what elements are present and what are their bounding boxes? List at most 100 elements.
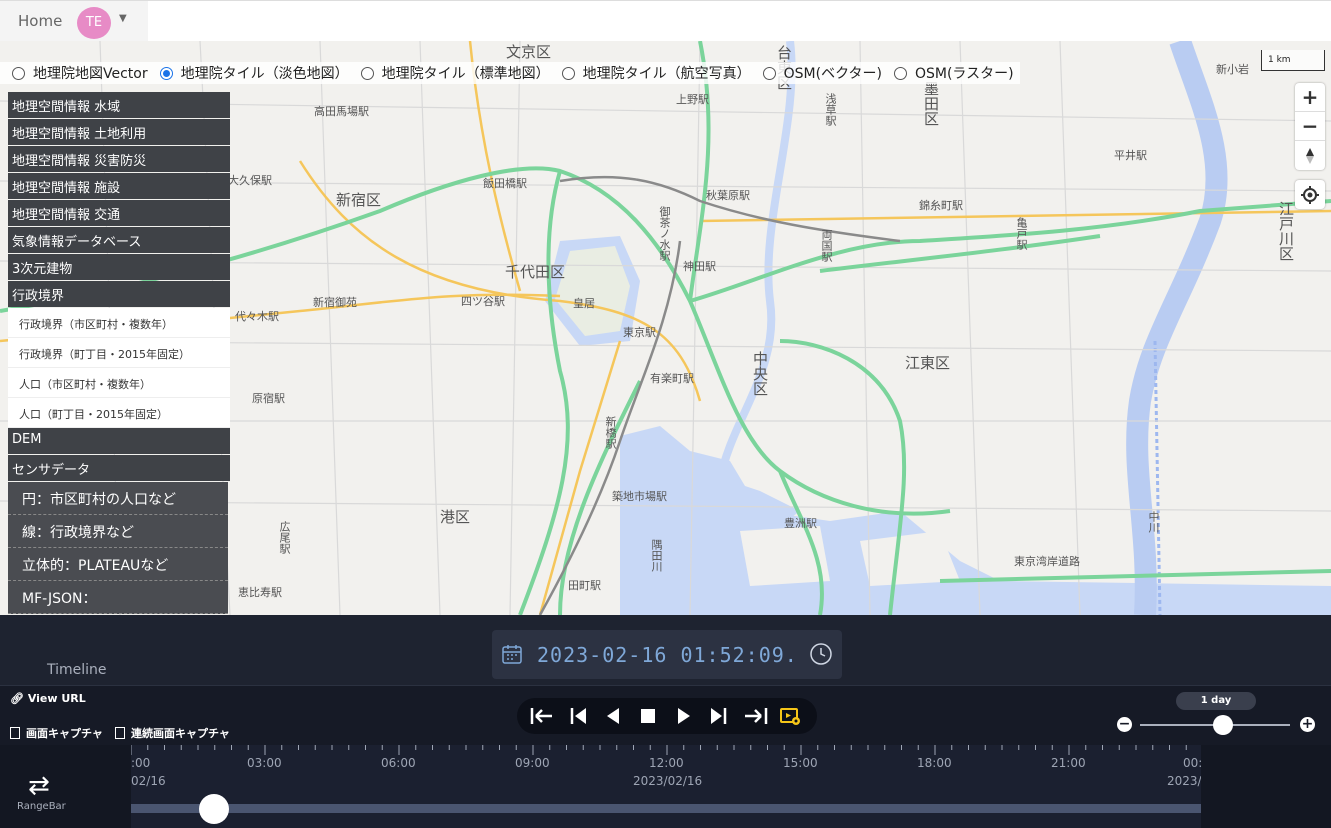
station-label: 神田駅 bbox=[683, 260, 716, 273]
radio-checked-icon[interactable] bbox=[159, 66, 173, 80]
step-back-icon[interactable] bbox=[569, 705, 589, 727]
layer-category-disaster[interactable]: 地理空間情報 災害防災 bbox=[8, 146, 230, 172]
station-label: 豊洲駅 bbox=[784, 517, 817, 530]
station-label: 東京駅 bbox=[623, 326, 656, 339]
play-icon[interactable] bbox=[675, 705, 693, 727]
radio-icon[interactable] bbox=[762, 66, 776, 80]
geolocate-control bbox=[1295, 180, 1325, 209]
basemap-option-label: 地理院タイル（航空写真） bbox=[582, 66, 751, 82]
timeline-zoom-out-button[interactable]: − bbox=[1117, 717, 1132, 732]
basemap-option-gsi-std[interactable]: 地理院タイル（標準地図） bbox=[360, 63, 550, 83]
skip-to-end-icon[interactable] bbox=[743, 705, 769, 727]
layer-category-sensor[interactable]: センサデータ bbox=[8, 455, 230, 481]
zoom-in-button[interactable]: + bbox=[1295, 83, 1325, 112]
basemap-option-label: OSM(ラスター) bbox=[914, 66, 1014, 82]
copy-icon bbox=[115, 727, 125, 739]
radio-icon[interactable] bbox=[561, 66, 575, 80]
tick-label: :00 bbox=[131, 756, 151, 770]
radio-icon[interactable] bbox=[893, 66, 907, 80]
station-label: 高田馬場駅 bbox=[314, 105, 369, 118]
basemap-option-gsi-photo[interactable]: 地理院タイル（航空写真） bbox=[561, 63, 751, 83]
map-view[interactable]: 文京区 新宿区 千代田区 江東区 港区 中央区 江戸川区 台東区 墨田区 高田馬… bbox=[0, 41, 1331, 615]
tick-label: 12:00 bbox=[649, 756, 684, 770]
station-label: 恵比寿駅 bbox=[238, 586, 282, 599]
ward-label-minato: 港区 bbox=[440, 508, 471, 526]
layer-category-boundary[interactable]: 行政境界 bbox=[8, 281, 230, 307]
station-label: 御茶ノ水駅 bbox=[658, 206, 671, 261]
timeline-zoom-handle[interactable] bbox=[1212, 715, 1233, 735]
stop-icon[interactable] bbox=[639, 705, 657, 727]
basemap-option-gsi-vector[interactable]: 地理院地図Vector bbox=[12, 63, 148, 83]
station-label: 新宿御苑 bbox=[313, 296, 357, 309]
zoom-controls: + − bbox=[1295, 83, 1325, 170]
tick-label: 18:00 bbox=[917, 756, 952, 770]
layer-category-transport[interactable]: 地理空間情報 交通 bbox=[8, 200, 230, 226]
station-label: 新小岩 bbox=[1216, 63, 1249, 76]
basemap-option-osm-vector[interactable]: OSM(ベクター) bbox=[762, 63, 882, 83]
datetime-display[interactable]: 2023-02-16 01:52:09. bbox=[492, 630, 842, 679]
station-label: 代々木駅 bbox=[235, 310, 279, 323]
view-url-button[interactable]: 🔗︎ View URL bbox=[10, 692, 86, 705]
legend-line: 線：行政境界など bbox=[8, 515, 228, 548]
tick-label: 21:00 bbox=[1051, 756, 1086, 770]
station-label: 四ツ谷駅 bbox=[461, 295, 505, 308]
station-label: 築地市場駅 bbox=[612, 490, 667, 503]
calendar-icon[interactable] bbox=[501, 643, 523, 665]
skip-to-start-icon[interactable] bbox=[530, 705, 554, 727]
ward-label-sumida: 墨田区 bbox=[922, 81, 940, 126]
radio-icon[interactable] bbox=[12, 66, 25, 80]
layer-category-landuse[interactable]: 地理空間情報 土地利用 bbox=[8, 119, 230, 145]
station-label: 田町駅 bbox=[568, 579, 601, 592]
tick-label: 15:00 bbox=[783, 756, 818, 770]
step-forward-icon[interactable] bbox=[708, 705, 728, 727]
playback-settings-icon[interactable] bbox=[779, 705, 801, 727]
geolocate-button[interactable] bbox=[1295, 180, 1325, 209]
continuous-capture-button[interactable]: 連続画面キャプチャ bbox=[115, 725, 230, 741]
station-label: 新橋駅 bbox=[604, 416, 617, 449]
basemap-option-label: 地理院地図Vector bbox=[33, 66, 148, 82]
layer-category-water[interactable]: 地理空間情報 水域 bbox=[8, 92, 230, 118]
rangebar-toggle[interactable]: ⇄ RangeBar bbox=[0, 745, 131, 828]
station-label: 原宿駅 bbox=[252, 392, 285, 405]
map-scale: 1 km bbox=[1261, 50, 1325, 71]
timeline-zoom-in-button[interactable]: + bbox=[1300, 717, 1315, 732]
river-label: 中川 bbox=[1147, 511, 1160, 533]
current-datetime: 2023-02-16 01:52:09. bbox=[537, 643, 798, 667]
layer-category-weather[interactable]: 気象情報データベース bbox=[8, 227, 230, 253]
station-label: 飯田橋駅 bbox=[483, 177, 527, 190]
home-tab[interactable]: Home TE ▼ bbox=[0, 1, 148, 42]
radio-icon[interactable] bbox=[360, 66, 374, 80]
compass-button[interactable] bbox=[1295, 141, 1325, 170]
layer-category-3d-buildings[interactable]: 3次元建物 bbox=[8, 254, 230, 280]
range-handle[interactable] bbox=[199, 794, 230, 824]
timeline-axis[interactable]: :00 03:00 06:00 09:00 12:00 15:00 18:00 … bbox=[131, 745, 1201, 828]
ward-label-chuo: 中央区 bbox=[751, 351, 769, 396]
layer-item-boundary-town[interactable]: 行政境界（町丁目・2015年固定） bbox=[8, 338, 230, 368]
play-reverse-icon[interactable] bbox=[604, 705, 622, 727]
timeline-axis-area: ⇄ RangeBar :00 03:00 06:00 09:00 12:00 1… bbox=[0, 745, 1331, 828]
copy-icon bbox=[10, 727, 20, 739]
layer-item-population-town[interactable]: 人口（町丁目・2015年固定） bbox=[8, 398, 230, 428]
basemap-option-osm-raster[interactable]: OSM(ラスター) bbox=[893, 63, 1014, 83]
river-label: 隅田川 bbox=[650, 539, 663, 572]
layer-category-facility[interactable]: 地理空間情報 施設 bbox=[8, 173, 230, 199]
timeline-zoom-label: 1 day bbox=[1176, 692, 1256, 710]
rangebar-label: RangeBar bbox=[17, 801, 66, 812]
station-label: 平井駅 bbox=[1114, 149, 1147, 162]
station-label: 両国駅 bbox=[820, 229, 833, 262]
caret-down-icon[interactable]: ▼ bbox=[119, 13, 127, 24]
clock-icon[interactable] bbox=[809, 642, 833, 666]
layer-category-dem[interactable]: DEM bbox=[8, 428, 230, 454]
station-label: 秋葉原駅 bbox=[706, 189, 750, 202]
user-avatar[interactable]: TE bbox=[77, 7, 111, 39]
home-link[interactable]: Home bbox=[18, 12, 62, 30]
top-bar: Home TE ▼ bbox=[0, 0, 1331, 42]
range-track[interactable] bbox=[131, 804, 1201, 813]
layer-item-boundary-municipal[interactable]: 行政境界（市区町村・複数年） bbox=[8, 308, 230, 338]
layer-item-population-municipal[interactable]: 人口（市区町村・複数年） bbox=[8, 368, 230, 398]
screen-capture-button[interactable]: 画面キャプチャ bbox=[10, 725, 103, 741]
station-label: 亀戸駅 bbox=[1015, 217, 1028, 250]
zoom-out-button[interactable]: − bbox=[1295, 112, 1325, 141]
date-label: 2023/ bbox=[1167, 774, 1201, 788]
basemap-option-gsi-pale[interactable]: 地理院タイル（淡色地図） bbox=[159, 63, 349, 83]
